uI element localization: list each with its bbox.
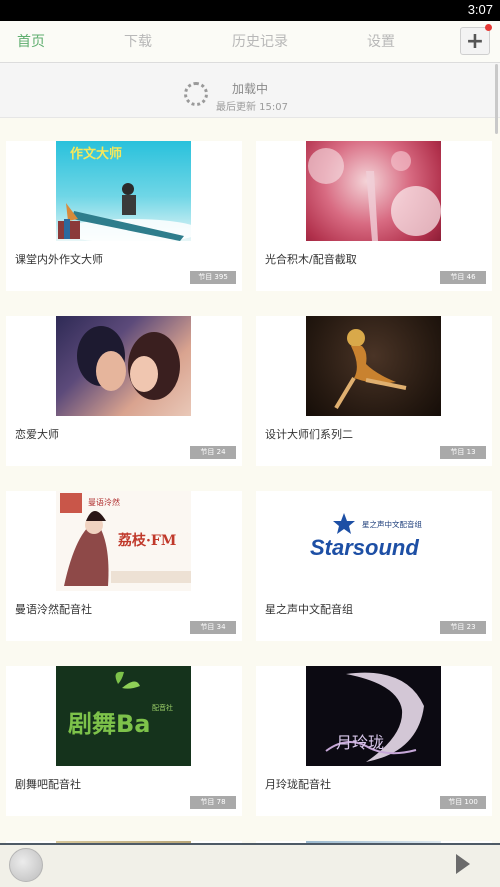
album-cover-image [306, 316, 441, 416]
now-playing-avatar[interactable] [9, 848, 43, 882]
cover-text: 荔枝·FM [117, 532, 176, 549]
cover-text: 剧舞Ba [68, 710, 151, 738]
album-cover-image: 星之声中文配音组 Starsound [304, 491, 444, 591]
svg-text:曼语泠然: 曼语泠然 [88, 497, 120, 507]
album-card[interactable]: 恋爱大师 节目 24 [6, 316, 242, 466]
play-icon[interactable] [456, 854, 470, 874]
album-title: 星之声中文配音组 [265, 603, 353, 616]
episode-count-badge: 节目 13 [440, 446, 486, 459]
album-card[interactable]: 曼语泠然 荔枝·FM 曼语泠然配音社 节目 34 [6, 491, 242, 641]
episode-count-badge: 节目 46 [440, 271, 486, 284]
album-title: 设计大师们系列二 [265, 428, 353, 441]
episode-count-badge: 节目 78 [190, 796, 236, 809]
album-cover-image: 剧舞Ba 配音社 [56, 666, 191, 766]
album-title: 曼语泠然配音社 [15, 603, 92, 616]
album-title: 恋爱大师 [15, 428, 59, 441]
last-updated-text: 最后更新 15:07 [216, 102, 288, 113]
album-cover-image: 作文大师 [56, 141, 191, 241]
svg-text:月玲珑: 月玲珑 [336, 733, 384, 752]
cover-text: 作文大师 [70, 146, 122, 162]
pull-to-refresh-header: 加载中 最后更新 15:07 [0, 64, 500, 118]
tab-home[interactable]: 首页 [17, 31, 45, 51]
album-title: 课堂内外作文大师 [15, 253, 103, 266]
album-card[interactable]: 剧舞Ba 配音社 剧舞吧配音社 节目 78 [6, 666, 242, 816]
loading-spinner-icon [184, 82, 208, 106]
cover-subtext: 配音社 [152, 703, 173, 712]
tab-history[interactable]: 历史记录 [232, 31, 288, 51]
episode-count-badge: 节目 100 [440, 796, 486, 809]
cover-subtext: 星之声中文配音组 [362, 519, 422, 529]
notification-dot [485, 24, 492, 31]
top-tab-bar: 首页 下载 历史记录 设置 + [0, 21, 500, 63]
album-card[interactable]: 作文大师 课堂内外作文大师 节目 395 [6, 141, 242, 291]
album-card[interactable]: 月玲珑 月玲珑配音社 节目 100 [256, 666, 492, 816]
album-card[interactable]: 星之声中文配音组 Starsound 星之声中文配音组 节目 23 [256, 491, 492, 641]
album-title: 月玲珑配音社 [265, 778, 331, 791]
loading-text: 加载中 [232, 82, 269, 96]
album-cover-image: 月玲珑 [306, 666, 441, 766]
album-card[interactable]: 设计大师们系列二 节目 13 [256, 316, 492, 466]
tab-settings[interactable]: 设置 [367, 31, 395, 51]
episode-count-badge: 节目 23 [440, 621, 486, 634]
status-time: 3:07 [467, 2, 493, 17]
episode-count-badge: 节目 24 [190, 446, 236, 459]
album-title: 光合积木/配音截取 [265, 253, 357, 266]
album-grid: 作文大师 课堂内外作文大师 节目 395 光合积木/配音截取 节目 46 恋爱大… [0, 118, 500, 843]
plus-icon: + [465, 28, 485, 54]
episode-count-badge: 节目 34 [190, 621, 236, 634]
album-card[interactable]: 光合积木/配音截取 节目 46 [256, 141, 492, 291]
album-cover-image [56, 316, 191, 416]
album-cover-image [306, 141, 441, 241]
add-button[interactable]: + [460, 27, 490, 55]
album-cover-image: 曼语泠然 荔枝·FM [56, 491, 191, 591]
episode-count-badge: 节目 395 [190, 271, 236, 284]
mini-player-bar [0, 843, 500, 887]
tab-downloads[interactable]: 下载 [124, 31, 152, 51]
status-bar: 3:07 [0, 0, 500, 21]
cover-text: Starsound [310, 535, 419, 560]
album-title: 剧舞吧配音社 [15, 778, 81, 791]
scrollbar[interactable] [495, 64, 498, 134]
